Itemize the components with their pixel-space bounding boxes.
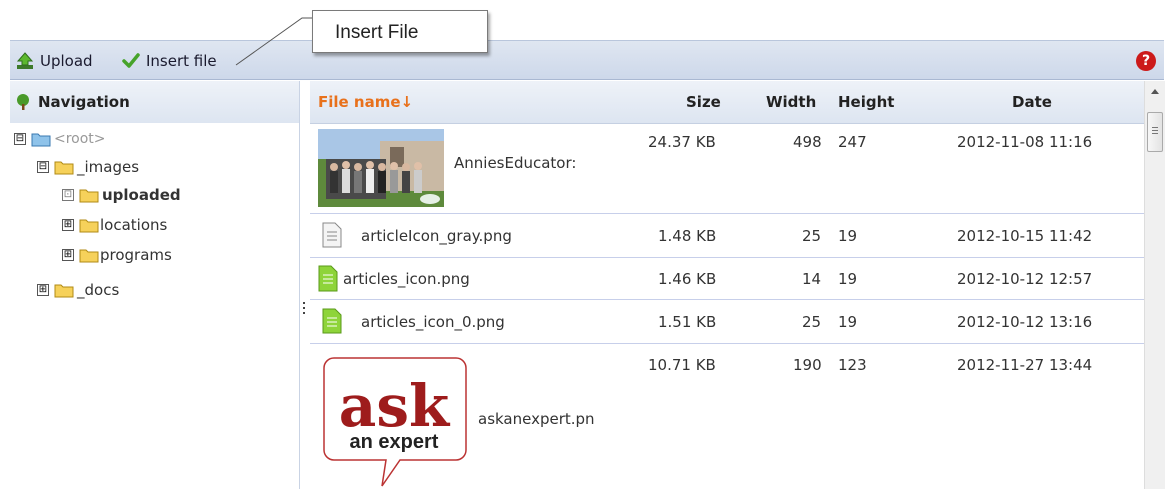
callout-leader-line	[235, 17, 312, 66]
insert-file-callout: Insert File	[312, 10, 488, 53]
callout-label: Insert File	[335, 22, 419, 43]
